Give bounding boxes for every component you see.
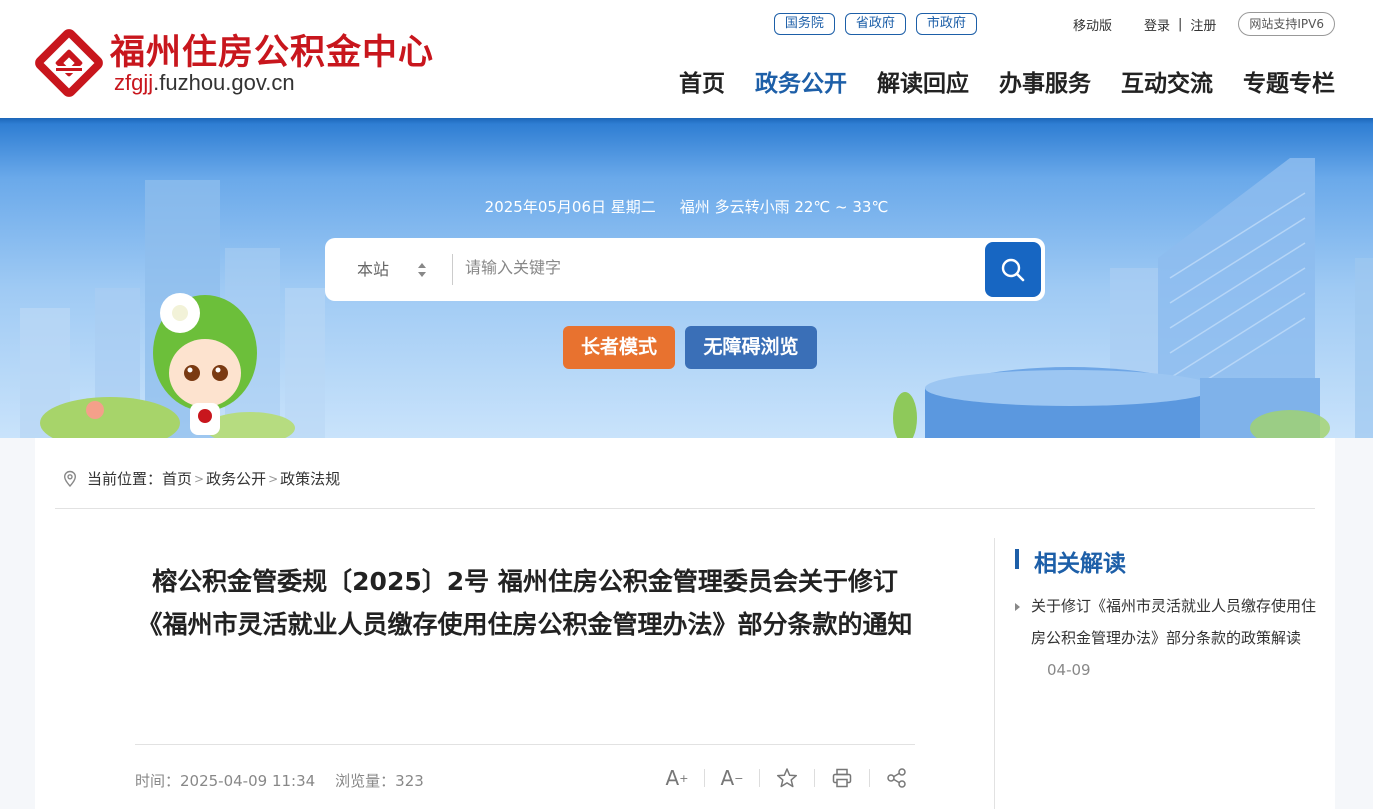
- breadcrumb-policy[interactable]: 政策法规: [280, 468, 340, 489]
- top-links: 国务院 省政府 市政府 移动版 登录 | 注册 网站支持IPV6: [773, 12, 1335, 36]
- related-interpretation-item[interactable]: 关于修订《福州市灵活就业人员缴存使用住房公积金管理办法》部分条款的政策解读 04-…: [1013, 590, 1318, 686]
- logo-domain-prefix: zfgjj: [114, 70, 154, 95]
- sidebar-title-accent: [1015, 549, 1019, 569]
- font-increase-button[interactable]: A +: [663, 764, 691, 792]
- view-count: 浏览量：323: [335, 772, 424, 790]
- share-icon: [887, 768, 906, 788]
- article-title: 榕公积金管委规〔2025〕2号 福州住房公积金管理委员会关于修订《福州市灵活就业…: [137, 567, 913, 639]
- favorite-button[interactable]: [773, 764, 801, 792]
- nav-topics[interactable]: 专题专栏: [1243, 64, 1335, 98]
- font-decrease-sign: −: [734, 771, 744, 785]
- search-divider: [452, 254, 453, 285]
- print-button[interactable]: [828, 764, 856, 792]
- font-increase-sign: +: [679, 771, 689, 785]
- nav-interpretation[interactable]: 解读回应: [877, 64, 969, 98]
- breadcrumb: 当前位置： 首页 > 政务公开 > 政策法规: [61, 468, 340, 489]
- sort-arrows-icon: [418, 263, 426, 277]
- main-nav: 首页 政务公开 解读回应 办事服务 互动交流 专题专栏: [649, 64, 1335, 98]
- site-header: 福州住房公积金中心 zfgjj.fuzhou.gov.cn 国务院 省政府 市政…: [0, 0, 1373, 118]
- search-scope-select[interactable]: 本站: [357, 238, 389, 301]
- breadcrumb-gov-affairs[interactable]: 政务公开: [206, 468, 266, 489]
- breadcrumb-prefix: 当前位置：: [87, 470, 163, 488]
- location-pin-icon: [63, 470, 77, 487]
- logo-emblem-icon: [35, 29, 103, 97]
- search-icon: [1001, 258, 1025, 281]
- elder-mode-button[interactable]: 长者模式: [563, 326, 675, 369]
- search-button[interactable]: [985, 242, 1041, 297]
- login-register-separator: |: [1177, 16, 1183, 32]
- current-date: 2025年05月06日 星期二: [484, 198, 656, 216]
- content-panel: 当前位置： 首页 > 政务公开 > 政策法规 榕公积金管委规〔2025〕2号 福…: [35, 438, 1335, 809]
- ipv6-badge: 网站支持IPV6: [1238, 12, 1335, 36]
- tool-separator: [869, 769, 870, 787]
- breadcrumb-separator: >: [194, 471, 205, 486]
- accessible-browse-button[interactable]: 无障碍浏览: [685, 326, 817, 369]
- sidebar-title: 相关解读: [1034, 551, 1126, 577]
- tool-separator: [759, 769, 760, 787]
- logo-domain: zfgjj.fuzhou.gov.cn: [114, 70, 295, 96]
- breadcrumb-home[interactable]: 首页: [162, 468, 192, 489]
- nav-interaction[interactable]: 互动交流: [1121, 64, 1213, 98]
- font-decrease-button[interactable]: A −: [718, 764, 746, 792]
- article-tools: A + A −: [663, 764, 911, 792]
- breadcrumb-separator: >: [268, 471, 279, 486]
- login-link[interactable]: 登录: [1144, 15, 1170, 34]
- site-logo[interactable]: 福州住房公积金中心 zfgjj.fuzhou.gov.cn: [34, 22, 464, 102]
- hero-banner: 2025年05月06日 星期二 福州 多云转小雨 22℃ ~ 33℃ 本站 长者模…: [0, 118, 1373, 438]
- breadcrumb-divider: [55, 508, 1315, 509]
- font-increase-letter: A: [665, 766, 680, 790]
- logo-title: 福州住房公积金中心: [110, 32, 435, 73]
- related-item-date: 04-09: [1047, 661, 1091, 679]
- gov-link-state-council[interactable]: 国务院: [773, 13, 835, 35]
- article-meta-divider: [135, 744, 915, 745]
- printer-icon: [832, 768, 852, 788]
- search-bar: 本站: [325, 238, 1045, 301]
- nav-gov-affairs[interactable]: 政务公开: [755, 64, 847, 98]
- share-button[interactable]: [883, 764, 911, 792]
- related-item-title[interactable]: 关于修订《福州市灵活就业人员缴存使用住房公积金管理办法》部分条款的政策解读: [1031, 597, 1316, 647]
- article-meta: 时间：2025-04-09 11:34 浏览量：323: [135, 770, 424, 791]
- weather-info: 福州 多云转小雨 22℃ ~ 33℃: [679, 198, 889, 216]
- search-input[interactable]: [465, 252, 965, 286]
- gov-link-province[interactable]: 省政府: [844, 13, 906, 35]
- sidebar-divider: [994, 538, 995, 809]
- font-decrease-letter: A: [720, 766, 735, 790]
- nav-home[interactable]: 首页: [679, 64, 725, 98]
- tool-separator: [704, 769, 705, 787]
- star-icon: [776, 768, 798, 788]
- logo-domain-rest: .fuzhou.gov.cn: [153, 70, 295, 95]
- publish-time: 时间：2025-04-09 11:34: [135, 772, 316, 790]
- nav-services[interactable]: 办事服务: [999, 64, 1091, 98]
- tool-separator: [814, 769, 815, 787]
- mobile-link[interactable]: 移动版: [1073, 15, 1112, 34]
- date-weather: 2025年05月06日 星期二 福州 多云转小雨 22℃ ~ 33℃: [0, 196, 1373, 217]
- register-link[interactable]: 注册: [1190, 15, 1216, 34]
- gov-link-city[interactable]: 市政府: [915, 13, 977, 35]
